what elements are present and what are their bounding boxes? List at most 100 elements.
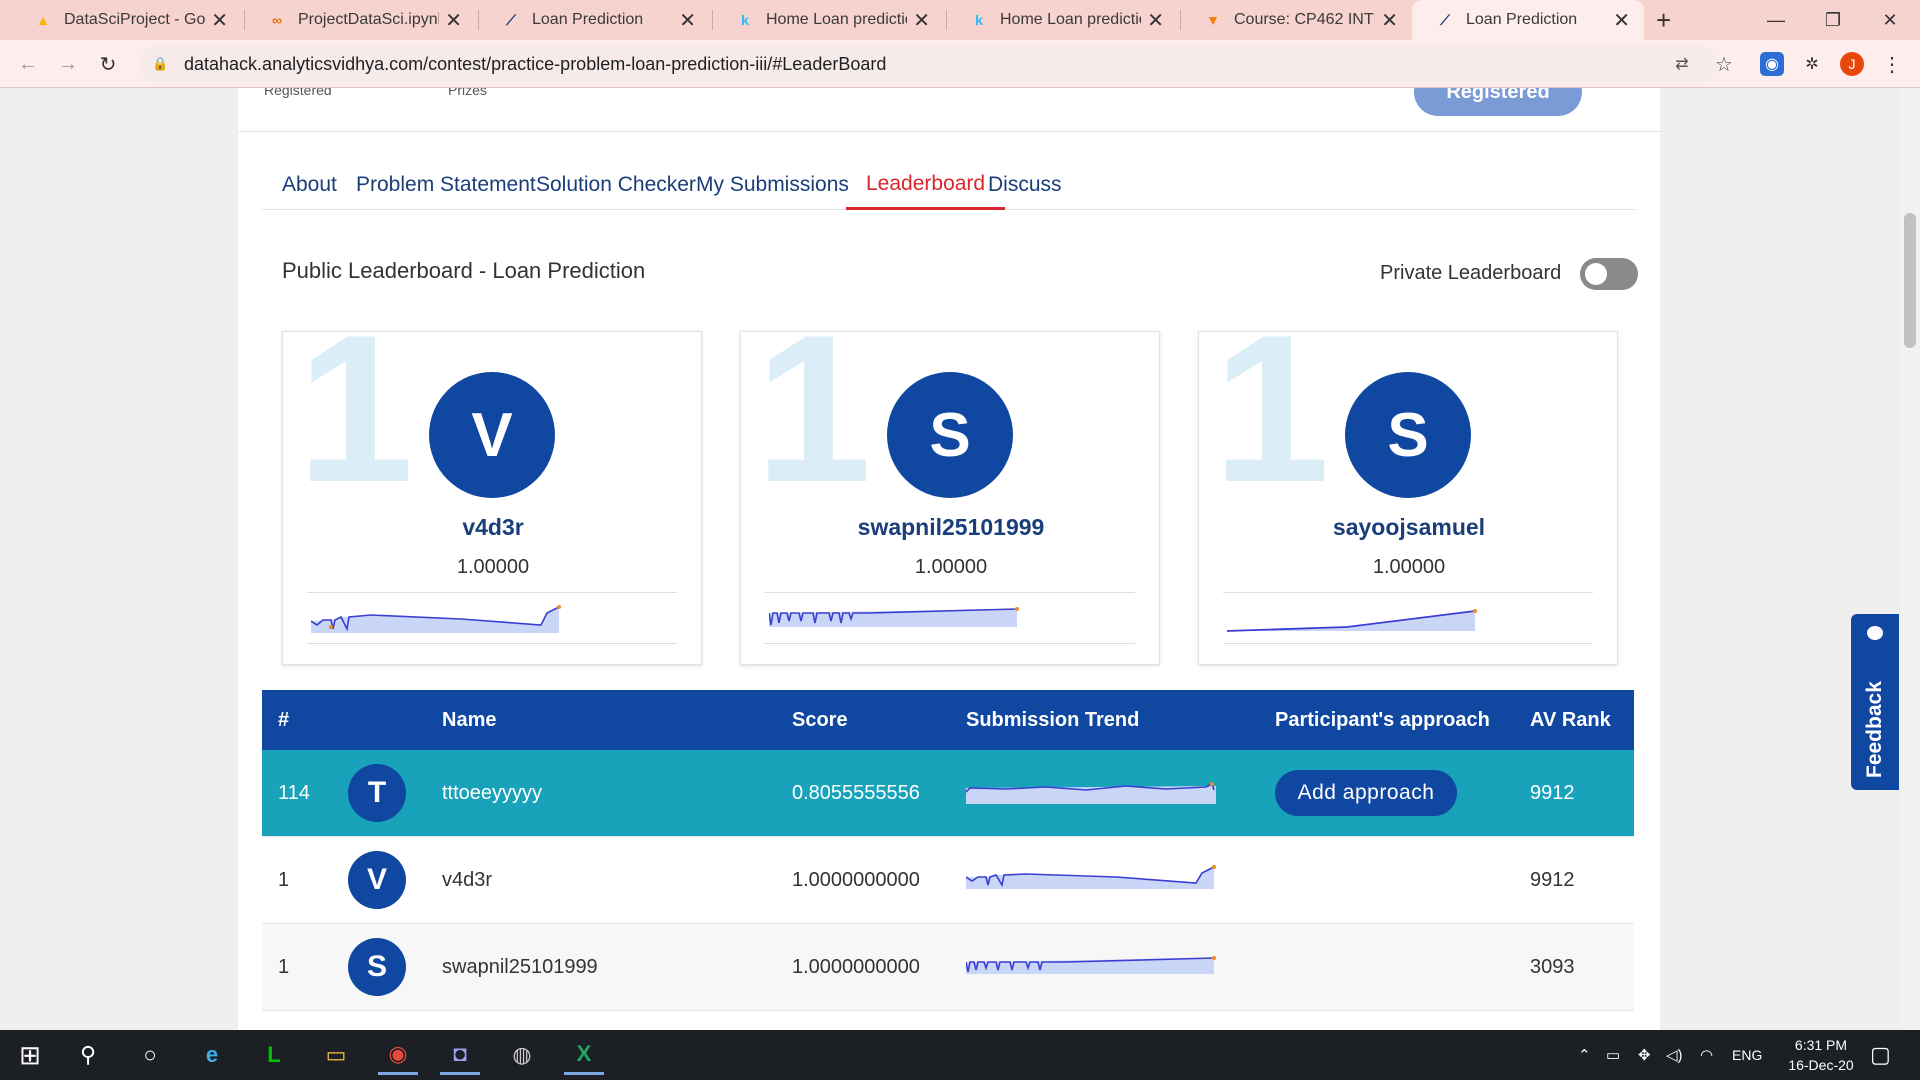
new-tab-button[interactable]: + (1656, 0, 1682, 40)
avatar[interactable]: V (429, 372, 555, 498)
browser-tab[interactable]: ▲ DataSciProject - Googl ✕ (10, 0, 242, 40)
page-viewport: Registered Prizes Registered About Probl… (0, 88, 1900, 1030)
notification-icon[interactable]: ▢ (1870, 1030, 1891, 1080)
lock-icon[interactable]: 🔒 (152, 56, 168, 72)
clock[interactable]: 6:31 PM 16-Dec-20 (1778, 1030, 1864, 1080)
close-tab-icon[interactable]: ✕ (913, 8, 930, 33)
header-participants-approach: Participant's approach (1275, 708, 1490, 731)
back-button[interactable]: ← (12, 48, 44, 80)
sparkline-chart (1227, 609, 1477, 632)
tab-title: DataSciProject - Googl (64, 11, 206, 28)
tray-chevron-icon[interactable]: ⌃ (1578, 1030, 1591, 1080)
chrome-icon[interactable]: ◉ (378, 1035, 418, 1075)
avatar[interactable]: T (348, 764, 406, 822)
row-name[interactable]: v4d3r (442, 837, 492, 923)
line-app-icon[interactable]: L (254, 1035, 294, 1075)
browser-tab[interactable]: k Home Loan prediction ✕ (946, 0, 1178, 40)
browser-tab[interactable]: ∞ ProjectDataSci.ipynb - C ✕ (244, 0, 476, 40)
browser-tab[interactable]: ▼ Course: CP462 INTROD ✕ (1180, 0, 1412, 40)
podium-username[interactable]: sayoojsamuel (1199, 514, 1617, 541)
header-score[interactable]: Score (792, 690, 848, 750)
browser-tab[interactable]: k Home Loan prediction ✕ (712, 0, 944, 40)
table-row: 1 V v4d3r 1.0000000000 9912 (262, 837, 1634, 924)
tab-discuss[interactable]: Discuss (968, 160, 1082, 210)
maximize-button[interactable]: ❐ (1803, 0, 1863, 40)
header-name[interactable]: Name (442, 690, 496, 750)
language-indicator[interactable]: ENG (1732, 1030, 1762, 1080)
url-text: datahack.analyticsvidhya.com/contest/pra… (184, 53, 887, 74)
battery-icon[interactable]: ▭ (1606, 1030, 1620, 1080)
close-window-button[interactable]: ✕ (1860, 0, 1920, 40)
table-row: 1 S swapnil25101999 1.0000000000 3093 (262, 924, 1634, 1011)
close-tab-icon[interactable]: ✕ (211, 8, 228, 33)
minimize-button[interactable]: — (1746, 0, 1806, 40)
avatar[interactable]: S (348, 938, 406, 996)
avatar[interactable]: S (1345, 372, 1471, 498)
close-tab-icon[interactable]: ✕ (1147, 8, 1164, 33)
translate-icon[interactable]: ⇄ (1670, 52, 1694, 76)
podium-card: 1 S swapnil25101999 1.00000 (740, 331, 1160, 665)
clock-time: 6:31 PM (1794, 1037, 1848, 1053)
avatar[interactable]: V (348, 851, 406, 909)
wifi-icon[interactable]: ◠ (1700, 1030, 1713, 1080)
extensions-puzzle-icon[interactable]: ✲ (1800, 52, 1824, 76)
podium-score: 1.00000 (456, 556, 530, 578)
close-tab-icon[interactable]: ✕ (445, 8, 462, 33)
podium-card: 1 S sayoojsamuel 1.00000 (1198, 331, 1618, 665)
page-scrollbar[interactable] (1900, 88, 1920, 1030)
tab-title: ProjectDataSci.ipynb - C (298, 11, 440, 28)
volume-icon[interactable]: ◁) (1666, 1030, 1683, 1080)
search-icon[interactable]: ⚲ (68, 1035, 108, 1075)
kaggle-icon: k (975, 12, 983, 28)
tab-my-submissions[interactable]: My Submissions (676, 160, 869, 210)
forward-button[interactable]: → (52, 48, 84, 80)
sparkline-chart (966, 865, 1216, 889)
feedback-button[interactable]: Feedback (1851, 614, 1899, 790)
header-rank: # (278, 708, 290, 731)
registered-button[interactable]: Registered (1414, 88, 1582, 116)
task-view-icon[interactable]: ○ (130, 1035, 170, 1075)
private-leaderboard-toggle[interactable] (1580, 258, 1638, 290)
browser-menu-icon[interactable]: ⋮ (1880, 52, 1904, 76)
close-tab-icon[interactable]: ✕ (679, 8, 696, 33)
podium-username[interactable]: v4d3r (283, 514, 701, 541)
podium-username[interactable]: swapnil25101999 (741, 514, 1159, 541)
feedback-label: Feedback (1863, 681, 1886, 778)
avatar[interactable]: S (887, 372, 1013, 498)
bookmark-star-icon[interactable]: ☆ (1712, 52, 1736, 76)
file-explorer-icon[interactable]: ▭ (316, 1035, 356, 1075)
row-name[interactable]: swapnil25101999 (442, 924, 598, 1010)
add-approach-button[interactable]: Add approach (1275, 770, 1457, 816)
windows-start-icon[interactable]: ⊞ (10, 1035, 50, 1075)
browser-tab-active[interactable]: ⟋ Loan Prediction ✕ (1412, 0, 1644, 40)
profile-avatar[interactable]: J (1840, 52, 1864, 76)
leaderboard-title: Public Leaderboard - Loan Prediction (282, 258, 646, 283)
edge-icon[interactable]: e (192, 1035, 232, 1075)
analytics-vidhya-icon: ⟋ (506, 11, 516, 28)
extension-icon[interactable]: ◉ (1760, 52, 1784, 76)
sparkline-chart (966, 956, 1216, 974)
url-field[interactable]: 🔒 datahack.analyticsvidhya.com/contest/p… (138, 46, 1718, 82)
header-av-rank[interactable]: AV Rank (1530, 690, 1611, 750)
discord-icon[interactable]: ◘ (440, 1035, 480, 1075)
chat-bubble-icon (1867, 626, 1883, 640)
submission-trend-sparkline (966, 750, 1216, 836)
row-score: 1.0000000000 (792, 955, 920, 978)
reload-button[interactable]: ↻ (92, 48, 124, 80)
private-leaderboard-label: Private Leaderboard (1380, 262, 1562, 284)
address-bar: ← → ↻ 🔒 datahack.analyticsvidhya.com/con… (0, 40, 1920, 88)
app-icon[interactable]: ◍ (502, 1035, 542, 1075)
clock-date: 16-Dec-20 (1788, 1057, 1854, 1073)
row-name[interactable]: tttoeeyyyyy (442, 750, 542, 836)
podium-card: 1 V v4d3r 1.00000 (282, 331, 702, 665)
scrollbar-thumb[interactable] (1904, 213, 1916, 348)
submission-trend-sparkline (765, 592, 1135, 644)
close-tab-icon[interactable]: ✕ (1613, 8, 1630, 33)
row-av-rank: 9912 (1530, 868, 1575, 891)
dropbox-icon[interactable]: ✥ (1638, 1030, 1651, 1080)
row-av-rank: 3093 (1530, 955, 1575, 978)
browser-tab[interactable]: ⟋ Loan Prediction ✕ (478, 0, 710, 40)
tab-title: Loan Prediction (1466, 11, 1578, 28)
excel-icon[interactable]: X (564, 1035, 604, 1075)
close-tab-icon[interactable]: ✕ (1381, 8, 1398, 33)
